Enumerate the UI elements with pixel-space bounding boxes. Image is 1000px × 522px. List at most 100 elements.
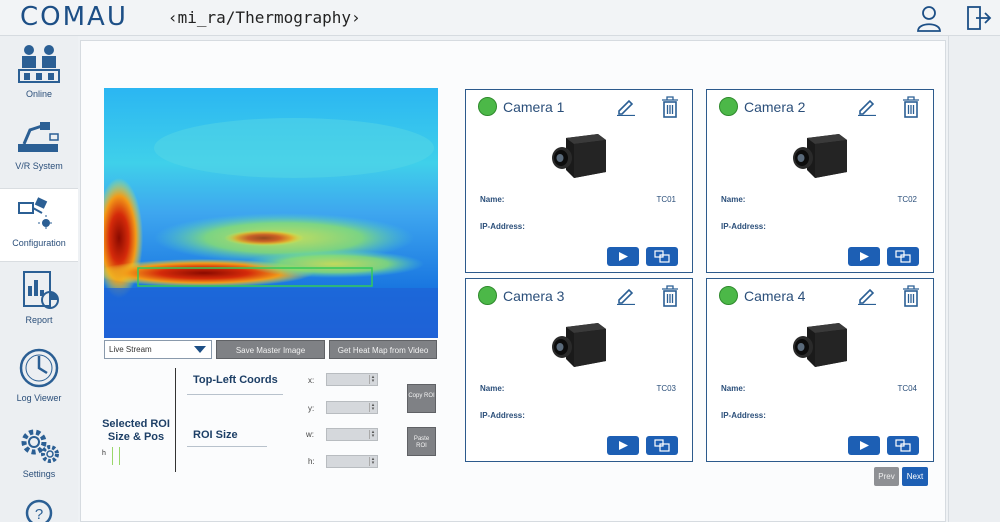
sidebar-item-label: Settings: [22, 469, 56, 479]
roi-indicator-label: h: [102, 450, 106, 457]
edit-icon[interactable]: [857, 285, 877, 305]
sidebar-item-label: Online: [25, 89, 52, 99]
h-input[interactable]: ▴ ▾: [326, 455, 378, 468]
sidebar-item-label: Log Viewer: [16, 393, 62, 403]
camera-id: TC01: [656, 195, 676, 204]
spinner-icon[interactable]: ▴ ▾: [369, 375, 376, 384]
roi-size-heading: ROI Size: [193, 429, 238, 441]
sidebar-item-label: V/R System: [15, 161, 63, 171]
sidebar-item-label: Report: [25, 315, 53, 325]
status-online-icon: [719, 97, 738, 116]
spinner-icon[interactable]: ▴ ▾: [369, 430, 376, 439]
edit-icon[interactable]: [616, 285, 636, 305]
y-input[interactable]: ▴ ▾: [326, 401, 378, 414]
play-button[interactable]: [848, 436, 880, 455]
app-title: ‹mi_ra/Thermography›: [168, 8, 361, 27]
camera-name: Camera 3: [503, 288, 565, 304]
multi-screen-icon: [654, 439, 670, 452]
camera-id: TC04: [897, 384, 917, 393]
prev-button[interactable]: Prev: [874, 467, 899, 486]
camera-card[interactable]: Camera 1 Name: TC01 IP-Address:: [465, 89, 693, 273]
sidebar-item-settings[interactable]: Settings: [0, 416, 78, 490]
camera-name: Camera 1: [503, 99, 565, 115]
trash-icon[interactable]: [903, 285, 919, 307]
clock-icon: [19, 348, 59, 388]
stream-select[interactable]: Live Stream: [104, 340, 212, 359]
trash-icon[interactable]: [903, 96, 919, 118]
logout-icon[interactable]: [964, 4, 992, 32]
y-field-label: y:: [308, 404, 315, 413]
play-button[interactable]: [848, 247, 880, 266]
spinner-icon[interactable]: ▴ ▾: [369, 403, 376, 412]
sidebar-item-configuration[interactable]: Configuration: [0, 188, 78, 262]
camera-name: Camera 2: [744, 99, 806, 115]
edit-icon[interactable]: [857, 96, 877, 116]
stream-select-value: Live Stream: [109, 345, 152, 354]
trash-icon[interactable]: [662, 285, 678, 307]
thermal-image-view[interactable]: [104, 88, 438, 338]
edit-icon[interactable]: [616, 96, 636, 116]
x-field-label: x:: [308, 376, 315, 385]
status-online-icon: [719, 286, 738, 305]
camera-card[interactable]: Camera 2 Name: TC02 IP-Address:: [706, 89, 934, 273]
sidebar-item-report[interactable]: Report: [0, 264, 78, 338]
play-icon: [860, 441, 869, 450]
play-button[interactable]: [607, 436, 639, 455]
configuration-icon: [18, 197, 54, 231]
report-icon: [23, 271, 59, 309]
next-button[interactable]: Next: [902, 467, 928, 486]
camera-id: TC03: [656, 384, 676, 393]
w-field-label: w:: [306, 430, 314, 439]
get-heat-map-button[interactable]: Get Heat Map from Video: [329, 340, 437, 359]
camera-device-icon: [793, 323, 847, 367]
multi-screen-icon: [895, 439, 911, 452]
w-input[interactable]: ▴ ▾: [326, 428, 378, 441]
sidebar-item-log-viewer[interactable]: Log Viewer: [0, 340, 78, 414]
right-strip: [948, 36, 1000, 522]
save-master-image-button[interactable]: Save Master Image: [216, 340, 325, 359]
gear-icon: [21, 429, 59, 463]
roi-indicator-bar: [112, 447, 113, 465]
name-label: Name:: [721, 195, 746, 204]
x-input[interactable]: ▴ ▾: [326, 373, 378, 386]
name-label: Name:: [721, 384, 746, 393]
sidebar-item-online[interactable]: Online: [0, 36, 78, 110]
camera-card[interactable]: Camera 4 Name: TC04 IP-Address:: [706, 278, 934, 462]
roi-indicator-bar: [119, 447, 120, 465]
svg-text:?: ?: [35, 506, 43, 522]
play-button[interactable]: [607, 247, 639, 266]
copy-roi-button[interactable]: Copy ROI: [407, 384, 436, 413]
paste-roi-button[interactable]: Paste ROI: [407, 427, 436, 456]
help-icon: ?: [25, 499, 53, 522]
camera-card[interactable]: Camera 3 Name: TC03 IP-Address:: [465, 278, 693, 462]
multi-screen-icon: [654, 250, 670, 263]
h-field-label: h:: [308, 457, 315, 466]
user-icon[interactable]: [915, 4, 943, 32]
online-icon: [18, 45, 60, 83]
spinner-icon[interactable]: ▴ ▾: [369, 457, 376, 466]
trash-icon[interactable]: [662, 96, 678, 118]
divider: [187, 394, 283, 395]
camera-id: TC02: [897, 195, 917, 204]
header-bar: COMAU ‹mi_ra/Thermography›: [0, 0, 1000, 36]
camera-device-icon: [552, 134, 606, 178]
name-label: Name:: [480, 384, 505, 393]
play-icon: [619, 252, 628, 261]
status-online-icon: [478, 286, 497, 305]
view-button[interactable]: [646, 436, 678, 455]
ip-address-label: IP-Address:: [480, 411, 525, 420]
sidebar-item-help[interactable]: ?: [0, 492, 78, 522]
divider: [187, 446, 267, 447]
camera-name: Camera 4: [744, 288, 806, 304]
chevron-down-icon: [194, 346, 206, 353]
roi-section-title: Selected ROI Size & Pos: [102, 418, 170, 443]
app-window: COMAU ‹mi_ra/Thermography› Online V/R Sy…: [0, 0, 1000, 522]
multi-screen-icon: [895, 250, 911, 263]
play-icon: [860, 252, 869, 261]
view-button[interactable]: [887, 247, 919, 266]
view-button[interactable]: [646, 247, 678, 266]
sidebar-item-vr-system[interactable]: V/R System: [0, 112, 78, 186]
view-button[interactable]: [887, 436, 919, 455]
camera-device-icon: [793, 134, 847, 178]
ip-address-label: IP-Address:: [721, 222, 766, 231]
